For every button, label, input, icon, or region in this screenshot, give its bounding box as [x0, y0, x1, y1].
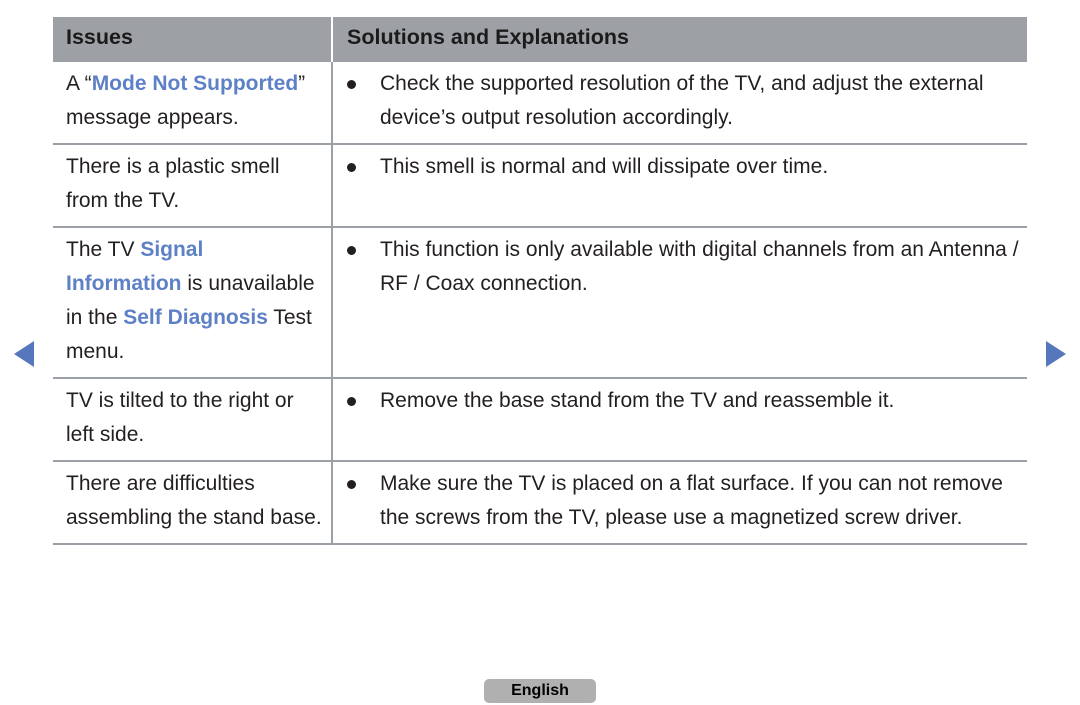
solution-text: This function is only available with dig… — [380, 237, 1019, 295]
solution-list-item: This smell is normal and will dissipate … — [333, 150, 1021, 184]
table-row: TV is tilted to the right or left side. R… — [53, 377, 1027, 462]
table-header: Issues Solutions and Explanations — [53, 17, 1027, 61]
triangle-right-icon[interactable] — [1046, 341, 1066, 367]
issue-cell: The TV Signal Information is unavailable… — [53, 226, 333, 379]
solution-list-item: Remove the base stand from the TV and re… — [333, 384, 1021, 418]
solution-cell: Make sure the TV is placed on a flat sur… — [332, 460, 1027, 545]
solution-list: This function is only available with dig… — [333, 233, 1021, 301]
solution-list-item: Make sure the TV is placed on a flat sur… — [333, 467, 1021, 535]
triangle-left-icon[interactable] — [14, 341, 34, 367]
solution-text: This smell is normal and will dissipate … — [380, 154, 829, 178]
troubleshooting-table: Issues Solutions and Explanations A “Mod… — [53, 17, 1027, 545]
solution-cell: This smell is normal and will dissipate … — [332, 143, 1027, 228]
bullet-icon — [347, 479, 356, 489]
solution-list-item: This function is only available with dig… — [333, 233, 1021, 301]
solution-list: Check the supported resolution of the TV… — [333, 67, 1021, 135]
solution-list: Remove the base stand from the TV and re… — [333, 384, 1021, 418]
table-row: A “Mode Not Supported” message appears. C… — [53, 59, 1027, 145]
issue-text: A “ — [66, 71, 92, 95]
solution-list-item: Check the supported resolution of the TV… — [333, 67, 1021, 135]
issue-cell: A “Mode Not Supported” message appears. — [53, 59, 333, 145]
issue-cell: There is a plastic smell from the TV. — [53, 143, 333, 228]
solution-list: Make sure the TV is placed on a flat sur… — [333, 467, 1021, 535]
solution-text: Remove the base stand from the TV and re… — [380, 388, 895, 412]
troubleshooting-table-container: Issues Solutions and Explanations A “Mod… — [53, 17, 1027, 545]
table-row: There are difficulties assembling the st… — [53, 460, 1027, 545]
bullet-icon — [347, 162, 356, 172]
issue-highlight-text: Mode Not Supported — [91, 71, 299, 95]
bullet-icon — [347, 396, 356, 406]
column-header-solutions: Solutions and Explanations — [331, 17, 1027, 61]
solution-list: This smell is normal and will dissipate … — [333, 150, 1021, 184]
solution-text: Check the supported resolution of the TV… — [380, 71, 984, 129]
bullet-icon — [347, 79, 356, 89]
issue-cell: TV is tilted to the right or left side. — [53, 377, 333, 462]
column-header-issues: Issues — [53, 17, 332, 61]
bullet-icon — [347, 245, 356, 255]
issue-text: There is a plastic smell from the TV. — [66, 154, 280, 212]
table-body: A “Mode Not Supported” message appears. C… — [53, 59, 1027, 545]
language-chip: English — [484, 679, 596, 703]
solution-text: Make sure the TV is placed on a flat sur… — [380, 471, 1003, 529]
solution-cell: This function is only available with dig… — [332, 226, 1027, 379]
solution-cell: Check the supported resolution of the TV… — [332, 59, 1027, 145]
issue-text: TV is tilted to the right or left side. — [66, 388, 294, 446]
table-row: The TV Signal Information is unavailable… — [53, 226, 1027, 379]
issue-highlight-text: Self Diagnosis — [123, 305, 268, 329]
solution-cell: Remove the base stand from the TV and re… — [332, 377, 1027, 462]
issue-cell: There are difficulties assembling the st… — [53, 460, 333, 545]
issue-text: The TV — [66, 237, 141, 261]
issue-text: There are difficulties assembling the st… — [66, 471, 322, 529]
table-header-row: Issues Solutions and Explanations — [53, 17, 1027, 61]
table-row: There is a plastic smell from the TV. Thi… — [53, 143, 1027, 228]
